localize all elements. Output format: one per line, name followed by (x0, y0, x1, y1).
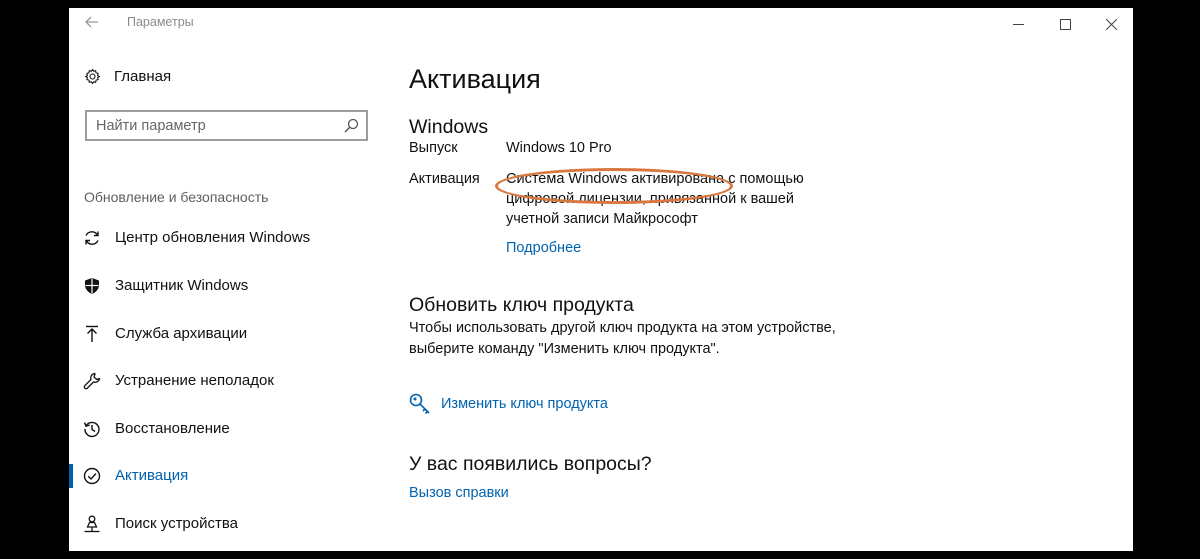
page-title: Активация (409, 64, 541, 94)
activation-status-line: Система Windows активирована с помощью (506, 171, 804, 187)
activation-status-line: учетной записи Майкрософт (506, 211, 698, 227)
upload-arrow-icon (86, 325, 98, 342)
edition-label: Выпуск (409, 140, 458, 156)
person-pin-icon (84, 515, 100, 533)
close-icon (1105, 18, 1117, 30)
activation-status: Система Windows активирована с помощью ц… (506, 169, 804, 229)
sidebar-item-label: Восстановление (115, 420, 230, 437)
change-product-key-button[interactable]: Изменить ключ продукта (409, 393, 608, 415)
settings-window: Параметры Главная Найти параметр Обновле… (69, 8, 1133, 551)
sidebar-item-windows-defender[interactable]: Защитник Windows (69, 268, 379, 304)
maximize-icon (1059, 18, 1071, 30)
back-button[interactable] (79, 13, 105, 35)
sidebar: Главная Обновление и безопасность Центр … (69, 58, 379, 551)
sidebar-item-find-device[interactable]: Поиск устройства (69, 506, 379, 542)
questions-heading: У вас появились вопросы? (409, 453, 652, 475)
shield-icon (85, 278, 99, 294)
get-help-link[interactable]: Вызов справки (409, 485, 509, 501)
description-line: выберите команду "Изменить ключ продукта… (409, 341, 720, 357)
key-icon (409, 393, 430, 415)
app-title: Параметры (127, 15, 194, 29)
sidebar-item-label: Активация (115, 467, 189, 484)
change-key-link[interactable]: Изменить ключ продукта (441, 396, 608, 412)
windows-heading: Windows (409, 116, 489, 138)
learn-more-link[interactable]: Подробнее (506, 240, 581, 256)
check-circle-icon (83, 467, 101, 485)
wrench-icon (83, 372, 101, 390)
maximize-button[interactable] (1050, 12, 1080, 36)
sidebar-item-troubleshoot[interactable]: Устранение неполадок (69, 363, 379, 399)
section-label: Обновление и безопасность (84, 189, 269, 205)
sidebar-item-label: Служба архивации (115, 325, 248, 342)
sidebar-item-backup[interactable]: Служба архивации (69, 316, 379, 352)
close-button[interactable] (1096, 12, 1126, 36)
search-box[interactable] (85, 110, 368, 141)
activation-label: Активация (409, 171, 480, 187)
search-input[interactable] (87, 112, 346, 139)
title-bar: Параметры (69, 8, 1133, 38)
search-icon (344, 118, 359, 133)
sidebar-item-windows-update[interactable]: Центр обновления Windows (69, 220, 379, 256)
home-nav-item[interactable]: Главная (84, 68, 171, 85)
description-line: Чтобы использовать другой ключ продукта … (409, 320, 836, 336)
sidebar-item-activation[interactable]: Активация (69, 458, 379, 494)
sidebar-item-label: Центр обновления Windows (115, 229, 311, 246)
activation-status-line: цифровой лицензии, привязанной к вашей (506, 191, 794, 207)
gear-icon (85, 68, 100, 85)
sidebar-item-label: Поиск устройства (115, 515, 239, 532)
minimize-button[interactable] (1003, 12, 1033, 36)
sidebar-item-label: Устранение неполадок (115, 372, 274, 389)
minimize-icon (1012, 23, 1024, 25)
update-key-heading: Обновить ключ продукта (409, 294, 634, 316)
back-arrow-icon (85, 16, 98, 28)
edition-value: Windows 10 Pro (506, 140, 612, 156)
refresh-icon (85, 231, 99, 245)
sidebar-item-label: Защитник Windows (115, 277, 249, 294)
history-icon (83, 421, 100, 438)
home-label: Главная (114, 68, 172, 85)
sidebar-item-recovery[interactable]: Восстановление (69, 411, 379, 447)
active-indicator (69, 464, 73, 488)
update-key-description: Чтобы использовать другой ключ продукта … (409, 318, 836, 360)
